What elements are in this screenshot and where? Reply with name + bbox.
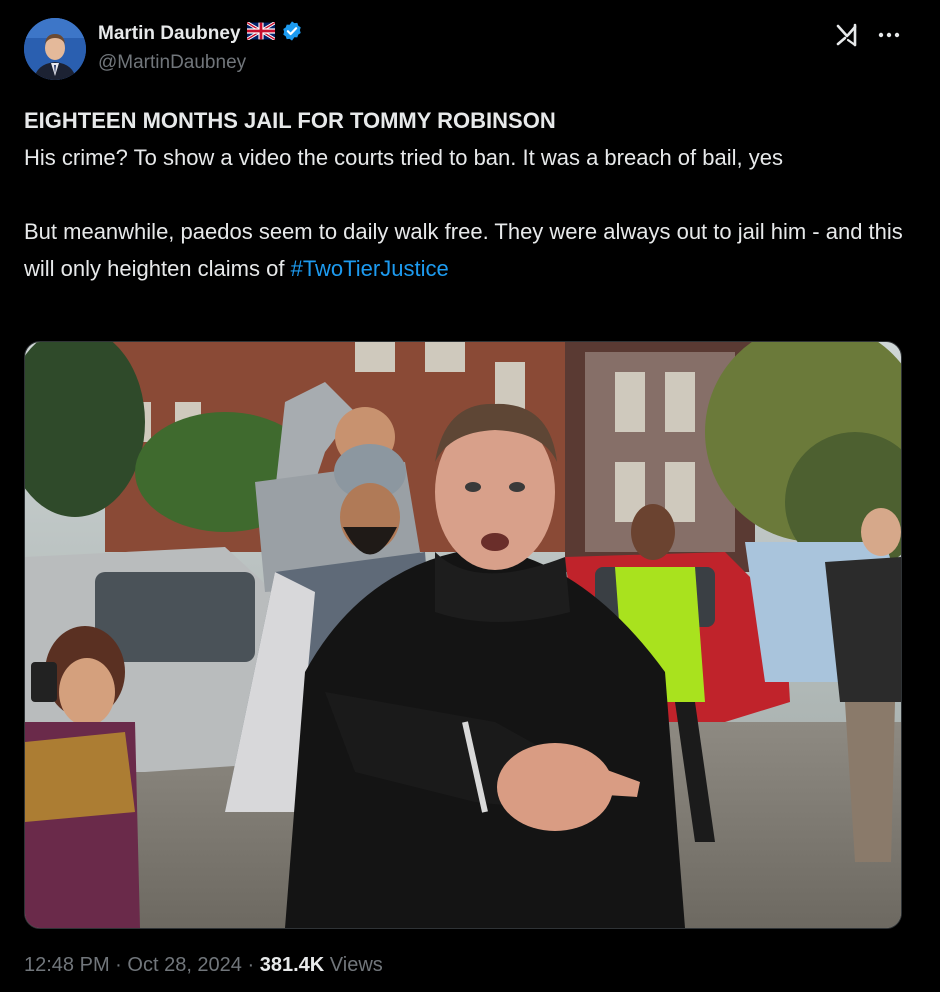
tweet-meta: 12:48 PM · Oct 28, 2024 · 381.4K Views xyxy=(24,954,383,977)
uk-flag-icon xyxy=(245,21,276,45)
grok-icon[interactable] xyxy=(834,22,860,48)
hashtag-link[interactable]: #TwoTierJustice xyxy=(291,256,449,281)
display-name[interactable]: Martin Daubney xyxy=(98,23,241,45)
meta-separator-2: · xyxy=(247,954,255,976)
post-date[interactable]: Oct 28, 2024 xyxy=(127,954,242,976)
verified-badge-icon[interactable] xyxy=(281,20,303,47)
tweet-photo[interactable] xyxy=(24,341,902,929)
tweet-paragraph-1: His crime? To show a video the courts tr… xyxy=(24,145,783,170)
tweet-header: Martin Daubney @MartinDaubney xyxy=(24,16,916,80)
tweet-paragraph-2-text: But meanwhile, paedos seem to daily walk… xyxy=(24,219,903,281)
avatar[interactable] xyxy=(24,18,86,80)
tweet-headline: EIGHTEEN MONTHS JAIL FOR TOMMY ROBINSON xyxy=(24,108,556,133)
name-row: Martin Daubney xyxy=(98,20,303,47)
handle[interactable]: @MartinDaubney xyxy=(98,52,246,74)
views-count: 381.4K xyxy=(259,954,325,976)
tweet-text: EIGHTEEN MONTHS JAIL FOR TOMMY ROBINSON … xyxy=(24,102,904,287)
meta-separator: · xyxy=(115,954,122,976)
tweet-paragraph-2: But meanwhile, paedos seem to daily walk… xyxy=(24,213,904,287)
views-label: Views xyxy=(329,954,383,976)
post-time[interactable]: 12:48 PM xyxy=(24,954,110,976)
tweet: Martin Daubney @MartinDaubney EIGHTEEN M… xyxy=(0,0,940,992)
more-options-icon[interactable] xyxy=(876,24,902,46)
